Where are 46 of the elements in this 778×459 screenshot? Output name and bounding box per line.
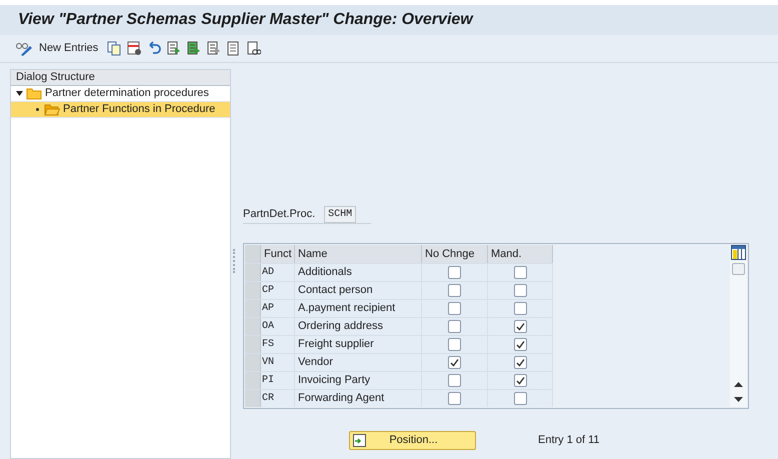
checkbox[interactable] <box>514 284 526 297</box>
select-all-cell[interactable] <box>245 245 261 263</box>
expanded-arrow-icon[interactable] <box>16 90 23 97</box>
checkbox[interactable] <box>448 266 461 279</box>
checkbox[interactable] <box>514 392 526 405</box>
select-all-icon[interactable] <box>167 41 182 56</box>
delete-icon[interactable] <box>127 41 142 56</box>
print-preview-icon[interactable] <box>247 41 262 56</box>
position-button[interactable]: Position... <box>349 431 476 450</box>
table-cell: Forwarding Agent <box>295 390 422 407</box>
checkbox[interactable] <box>514 302 526 315</box>
deselect-icon[interactable] <box>207 41 222 56</box>
window-title: View "Partner Schemas Supplier Master" Change: Overview <box>18 10 473 30</box>
bullet-icon <box>36 108 39 111</box>
tree-item[interactable]: Partner Functions in Procedure <box>11 102 230 118</box>
position-icon <box>353 434 366 447</box>
glasses-pencil-icon[interactable] <box>15 42 33 56</box>
table-cell: CR <box>261 390 295 407</box>
checkbox[interactable] <box>448 284 461 297</box>
checkbox[interactable] <box>448 320 461 333</box>
checkbox[interactable] <box>514 320 526 333</box>
checkbox[interactable] <box>448 338 461 351</box>
checkbox[interactable] <box>448 392 461 405</box>
document-icon[interactable] <box>227 41 242 56</box>
checkbox[interactable] <box>514 266 526 279</box>
select-block-icon[interactable] <box>187 41 202 56</box>
copy-icon[interactable] <box>107 41 122 56</box>
open-folder-icon <box>44 104 60 116</box>
checkbox[interactable] <box>448 302 461 315</box>
checkbox[interactable] <box>514 374 526 387</box>
scrollbar-thumb[interactable] <box>732 263 745 275</box>
checkbox[interactable] <box>448 374 461 387</box>
checkbox[interactable] <box>448 356 461 369</box>
scroll-up-icon[interactable] <box>734 382 743 388</box>
checkbox[interactable] <box>514 356 526 369</box>
procedure-field[interactable]: SCHM <box>324 206 356 223</box>
new-entries-button[interactable]: New Entries <box>39 40 98 57</box>
panel-title: Dialog Structure <box>16 70 95 86</box>
field-label: PartnDet.Proc. <box>243 207 316 222</box>
entry-counter: Entry 1 of 11 <box>538 433 600 448</box>
splitter-handle[interactable] <box>232 249 234 273</box>
column-settings-icon[interactable] <box>731 245 746 260</box>
undo-icon[interactable] <box>147 41 162 56</box>
scroll-down-icon[interactable] <box>734 397 743 403</box>
tree-item[interactable]: Partner determination procedures <box>11 86 230 102</box>
checkbox[interactable] <box>514 338 526 351</box>
